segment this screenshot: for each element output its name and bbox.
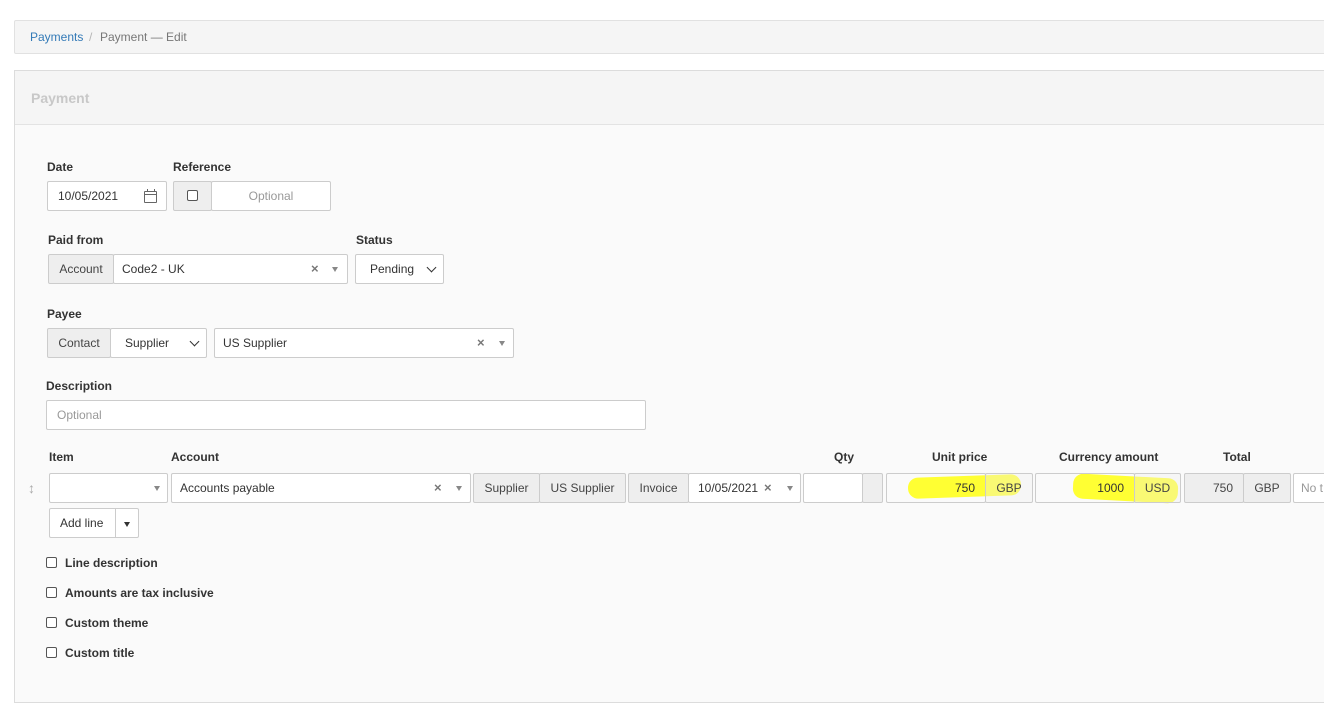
reference-placeholder: Optional [248,189,294,203]
add-line-button-group: Add line [49,508,139,538]
add-line-button[interactable]: Add line [60,509,103,537]
unit-price-currency: GBP [985,473,1033,503]
line-supplier-value: US Supplier [539,473,626,503]
payee-value: US Supplier [223,336,288,350]
header-total: Total [1223,450,1251,464]
add-line-dropdown-icon[interactable] [124,522,130,527]
header-currency-amount: Currency amount [1059,450,1159,464]
date-value: 10/05/2021 [58,189,119,203]
panel-title: Payment [31,90,90,106]
chevron-down-icon [189,336,200,347]
breadcrumb-current: Payment — Edit [100,30,187,44]
payee-label: Payee [47,307,82,321]
custom-theme-checkbox[interactable] [46,617,57,628]
line-supplier-addon: Supplier [473,473,540,503]
tax-inclusive-label: Amounts are tax inclusive [65,586,214,600]
header-qty: Qty [834,450,855,464]
dropdown-caret-icon[interactable] [332,267,338,272]
currency-amount-currency: USD [1134,473,1181,503]
panel-header: Payment [15,71,1324,125]
description-label: Description [46,379,113,393]
line-account-value: Accounts payable [180,481,275,495]
breadcrumb-payments-link[interactable]: Payments [30,30,83,44]
header-account: Account [171,450,219,464]
dropdown-caret-icon[interactable] [499,341,505,346]
qty-addon [862,473,883,503]
paid-from-value: Code2 - UK [122,262,185,276]
date-label: Date [47,160,74,174]
tax-placeholder: No t [1301,481,1324,495]
unit-price-input[interactable]: 750 [886,473,986,503]
clear-icon[interactable]: × [477,329,485,357]
reference-input[interactable]: Optional [211,181,331,211]
total-value: 750 [1184,473,1244,503]
line-invoice-value: 10/05/2021 [698,481,759,495]
line-description-checkbox[interactable] [46,557,57,568]
tax-inclusive-checkbox[interactable] [46,587,57,598]
custom-title-checkbox[interactable] [46,647,57,658]
reference-label: Reference [173,160,232,174]
calendar-icon[interactable] [144,189,157,203]
dropdown-caret-icon[interactable] [456,486,462,491]
clear-icon[interactable]: × [764,474,772,502]
paid-from-account-addon: Account [48,254,114,284]
divider [115,509,116,537]
description-input[interactable]: Optional [46,400,646,430]
chevron-down-icon [426,262,437,273]
reference-checkbox[interactable] [187,190,198,201]
dropdown-caret-icon[interactable] [787,486,793,491]
currency-amount-input[interactable]: 1000 [1035,473,1135,503]
custom-title-label: Custom title [65,646,135,660]
line-invoice-select[interactable]: 10/05/2021 × [688,473,801,503]
breadcrumb-separator: / [89,30,93,44]
line-account-select[interactable]: Accounts payable × [171,473,471,503]
date-input[interactable]: 10/05/2021 [47,181,167,211]
header-unit-price: Unit price [932,450,988,464]
status-label: Status [356,233,393,247]
reference-checkbox-addon [173,181,212,211]
dropdown-caret-icon[interactable] [154,486,160,491]
total-currency: GBP [1243,473,1291,503]
payee-contact-addon: Contact [47,328,111,358]
line-description-label: Line description [65,556,158,570]
description-placeholder: Optional [57,408,102,422]
clear-icon[interactable]: × [311,255,319,283]
payee-type-value: Supplier [125,336,170,350]
item-select[interactable] [49,473,168,503]
paid-from-label: Paid from [48,233,104,247]
header-item: Item [49,450,74,464]
payment-panel: Payment Date 10/05/2021 Reference Option… [14,70,1324,703]
currency-amount-value: 1000 [1097,481,1124,495]
custom-theme-label: Custom theme [65,616,149,630]
paid-from-select[interactable]: Code2 - UK × [113,254,348,284]
line-invoice-addon: Invoice [628,473,689,503]
tax-select[interactable]: No t [1293,473,1324,503]
status-value: Pending [370,262,415,276]
drag-handle-icon[interactable]: ↕ [28,480,35,496]
breadcrumb: Payments / Payment — Edit [14,20,1324,54]
clear-icon[interactable]: × [434,474,442,502]
qty-input[interactable] [803,473,863,503]
payee-type-select[interactable]: Supplier [110,328,207,358]
status-select[interactable]: Pending [355,254,444,284]
unit-price-value: 750 [954,481,975,495]
payee-select[interactable]: US Supplier × [214,328,514,358]
